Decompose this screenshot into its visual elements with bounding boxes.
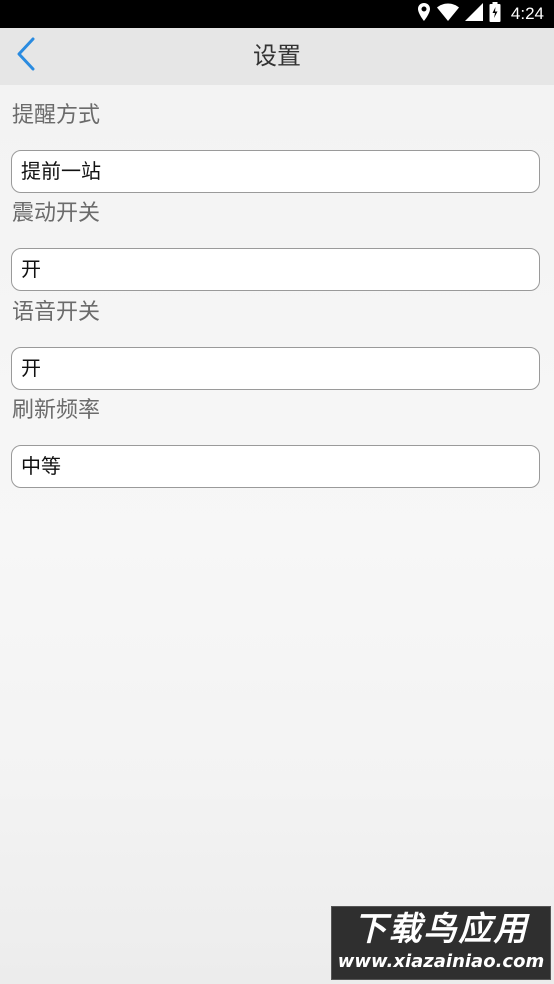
refresh-rate-label: 刷新频率 (12, 398, 101, 423)
status-bar: 4:24 (0, 0, 554, 28)
battery-icon (489, 2, 501, 26)
wifi-icon (436, 3, 459, 25)
reminder-mode-label: 提醒方式 (12, 103, 101, 128)
reminder-mode-select[interactable]: 提前一站 (11, 150, 540, 193)
watermark-logo: 下载鸟应用 www.xiazainiao.com (331, 906, 551, 980)
vibration-switch-label: 震动开关 (12, 201, 101, 226)
status-icons: 4:24 (417, 0, 544, 28)
location-icon (417, 3, 431, 25)
page-title: 设置 (253, 42, 301, 70)
header-bar: 设置 (0, 28, 554, 85)
status-time: 4:24 (510, 4, 544, 23)
watermark-title: 下载鸟应用 (353, 909, 529, 948)
voice-switch-label: 语音开关 (12, 300, 101, 325)
voice-switch-select[interactable]: 开 (11, 347, 540, 390)
vibration-switch-select[interactable]: 开 (11, 248, 540, 291)
watermark-url: www.xiazainiao.com (337, 951, 545, 972)
signal-icon (464, 3, 483, 25)
refresh-rate-select[interactable]: 中等 (11, 445, 540, 488)
